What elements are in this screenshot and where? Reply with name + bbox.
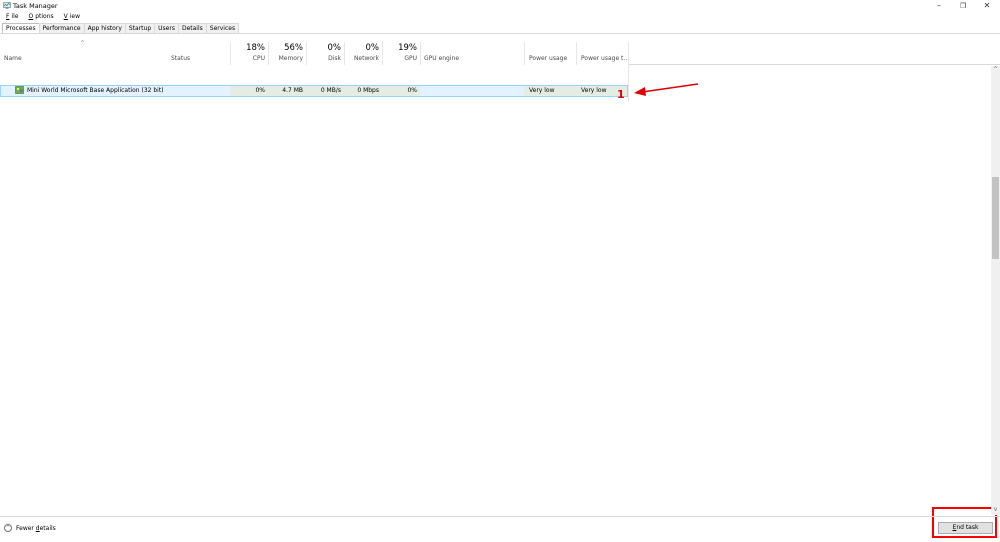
process-power-usage: Very low	[529, 87, 555, 94]
column-memory[interactable]: Memory	[270, 55, 303, 62]
menu-options[interactable]: Options	[26, 12, 55, 21]
task-manager-icon	[3, 2, 11, 9]
tab-users[interactable]: Users	[154, 23, 179, 33]
column-cpu-percent[interactable]: 18%	[232, 43, 265, 53]
tab-app-history[interactable]: App history	[83, 23, 126, 33]
chevron-up-circle-icon: ^	[4, 524, 12, 532]
maximize-button[interactable]: ❐	[952, 0, 974, 12]
column-memory-percent[interactable]: 56%	[270, 43, 303, 53]
tab-performance[interactable]: Performance	[38, 23, 85, 33]
scroll-up-arrow-icon[interactable]: ^	[991, 66, 1000, 74]
tab-startup[interactable]: Startup	[124, 23, 156, 33]
title-bar	[0, 0, 1000, 12]
column-separator[interactable]	[344, 42, 345, 65]
column-gpu-percent[interactable]: 19%	[384, 43, 417, 53]
vertical-scrollbar[interactable]	[991, 66, 1000, 515]
column-disk[interactable]: Disk	[308, 55, 341, 62]
menu-file[interactable]: File	[4, 12, 20, 21]
process-power-usage-trend: Very low	[581, 87, 607, 94]
process-network: 0 Mbps	[357, 87, 379, 94]
tabs-divider	[0, 33, 1000, 34]
annotation-arrow-icon	[634, 83, 699, 96]
column-power-usage[interactable]: Power usage	[529, 55, 567, 62]
menu-bar: File Options View	[4, 12, 82, 21]
column-status[interactable]: Status	[171, 55, 190, 62]
process-cpu: 0%	[255, 87, 265, 94]
menu-view[interactable]: View	[62, 12, 82, 21]
tab-services[interactable]: Services	[205, 23, 240, 33]
column-separator[interactable]	[524, 42, 525, 65]
end-task-button[interactable]: End task	[938, 522, 993, 534]
column-separator[interactable]	[306, 42, 307, 65]
tab-processes[interactable]: Processes	[2, 23, 40, 33]
process-name: Mini World Microsoft Base Application (3…	[27, 87, 164, 94]
minimize-button[interactable]: –	[928, 0, 950, 12]
scroll-down-arrow-icon[interactable]: v	[991, 506, 1000, 514]
process-memory: 4.7 MB	[282, 87, 303, 94]
column-name[interactable]: Name	[4, 55, 22, 62]
sort-indicator-icon: ^	[80, 40, 86, 47]
header-divider	[629, 64, 1000, 65]
window-title: Task Manager	[13, 2, 58, 10]
column-separator[interactable]	[268, 42, 269, 65]
column-network[interactable]: Network	[346, 55, 379, 62]
column-separator[interactable]	[382, 42, 383, 65]
annotation-number: 1	[617, 88, 625, 101]
process-disk: 0 MB/s	[320, 87, 341, 94]
scrollbar-thumb[interactable]	[992, 177, 999, 259]
process-gpu: 0%	[407, 87, 417, 94]
fewer-details-label: Fewer details	[16, 524, 56, 532]
column-gpu[interactable]: GPU	[384, 55, 417, 62]
column-power-usage-trend[interactable]: Power usage t...	[581, 55, 629, 62]
column-cpu[interactable]: CPU	[232, 55, 265, 62]
column-network-percent[interactable]: 0%	[346, 43, 380, 53]
column-separator	[628, 42, 629, 102]
footer-divider	[0, 516, 1000, 517]
column-separator[interactable]	[230, 42, 231, 65]
fewer-details-button[interactable]: ^ Fewer details	[4, 524, 56, 532]
tab-details[interactable]: Details	[177, 23, 207, 33]
column-disk-percent[interactable]: 0%	[308, 43, 342, 53]
app-icon	[15, 86, 24, 94]
close-button[interactable]: ✕	[976, 0, 998, 12]
column-separator[interactable]	[576, 42, 577, 65]
tab-bar: Processes Performance App history Startu…	[2, 23, 240, 33]
column-separator[interactable]	[420, 42, 421, 65]
column-gpu-engine[interactable]: GPU engine	[424, 55, 459, 62]
